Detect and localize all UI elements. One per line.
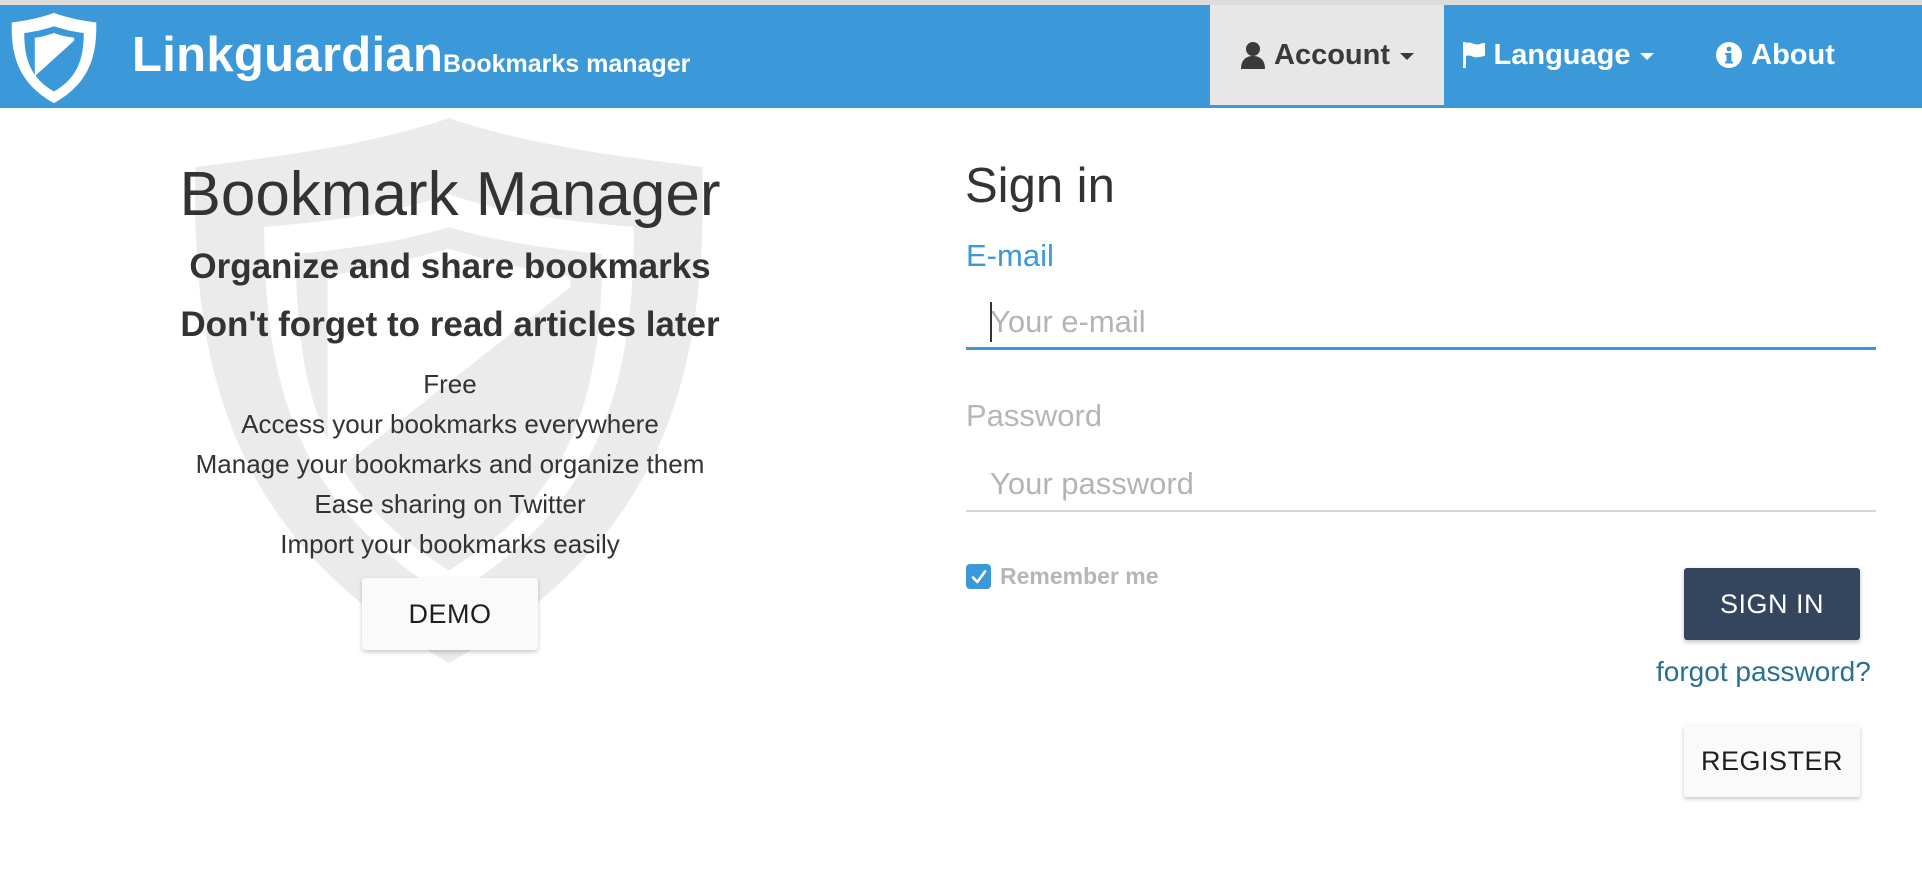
shield-icon[interactable] (6, 7, 102, 107)
brand-tagline: Bookmarks manager (443, 50, 691, 78)
feature-item: Access your bookmarks everywhere (241, 409, 659, 439)
hero-title: Bookmark Manager (179, 160, 721, 229)
info-icon (1716, 42, 1743, 68)
nav-about-link[interactable]: About (1700, 5, 1850, 105)
hero-subtitle: Organize and share bookmarks (189, 247, 711, 286)
register-button[interactable]: REGISTER (1684, 725, 1860, 797)
text-cursor (990, 302, 992, 342)
forgot-password-link[interactable]: forgot password? (1656, 656, 1871, 688)
remember-me-label: Remember me (1000, 563, 1159, 589)
email-label: E-mail (966, 238, 1054, 273)
nav-language-dropdown[interactable]: Language (1448, 5, 1668, 105)
checkmark-icon (971, 569, 986, 583)
nav-account-label: Account (1274, 38, 1390, 71)
feature-item: Free (423, 369, 477, 399)
signin-button[interactable]: SIGN IN (1684, 568, 1860, 640)
nav-account-dropdown[interactable]: Account (1210, 5, 1444, 105)
nav-language-label: Language (1493, 38, 1631, 71)
user-icon (1241, 42, 1265, 69)
nav-about-label: About (1751, 38, 1835, 71)
feature-item: Manage your bookmarks and organize them (195, 449, 705, 479)
remember-me-checkbox[interactable]: Remember me (966, 563, 1159, 590)
checkbox[interactable] (966, 564, 991, 589)
brand-name[interactable]: Linkguardian (132, 27, 443, 83)
chevron-down-icon (1640, 53, 1655, 60)
feature-item: Ease sharing on Twitter (314, 489, 586, 519)
email-field[interactable] (966, 296, 1876, 350)
hero-subtitle: Don't forget to read articles later (180, 305, 720, 344)
password-field[interactable] (966, 458, 1876, 512)
navbar: Linkguardian Bookmarks manager Account L… (0, 5, 1922, 108)
flag-icon (1462, 42, 1485, 68)
demo-button[interactable]: DEMO (362, 578, 538, 650)
hero-section: Bookmark Manager Organize and share book… (130, 150, 770, 650)
chevron-down-icon (1400, 53, 1414, 60)
password-label: Password (966, 398, 1103, 433)
feature-item: Import your bookmarks easily (280, 529, 620, 559)
feature-list: Free Access your bookmarks everywhere Ma… (130, 364, 770, 564)
signin-title: Sign in (965, 159, 1115, 213)
